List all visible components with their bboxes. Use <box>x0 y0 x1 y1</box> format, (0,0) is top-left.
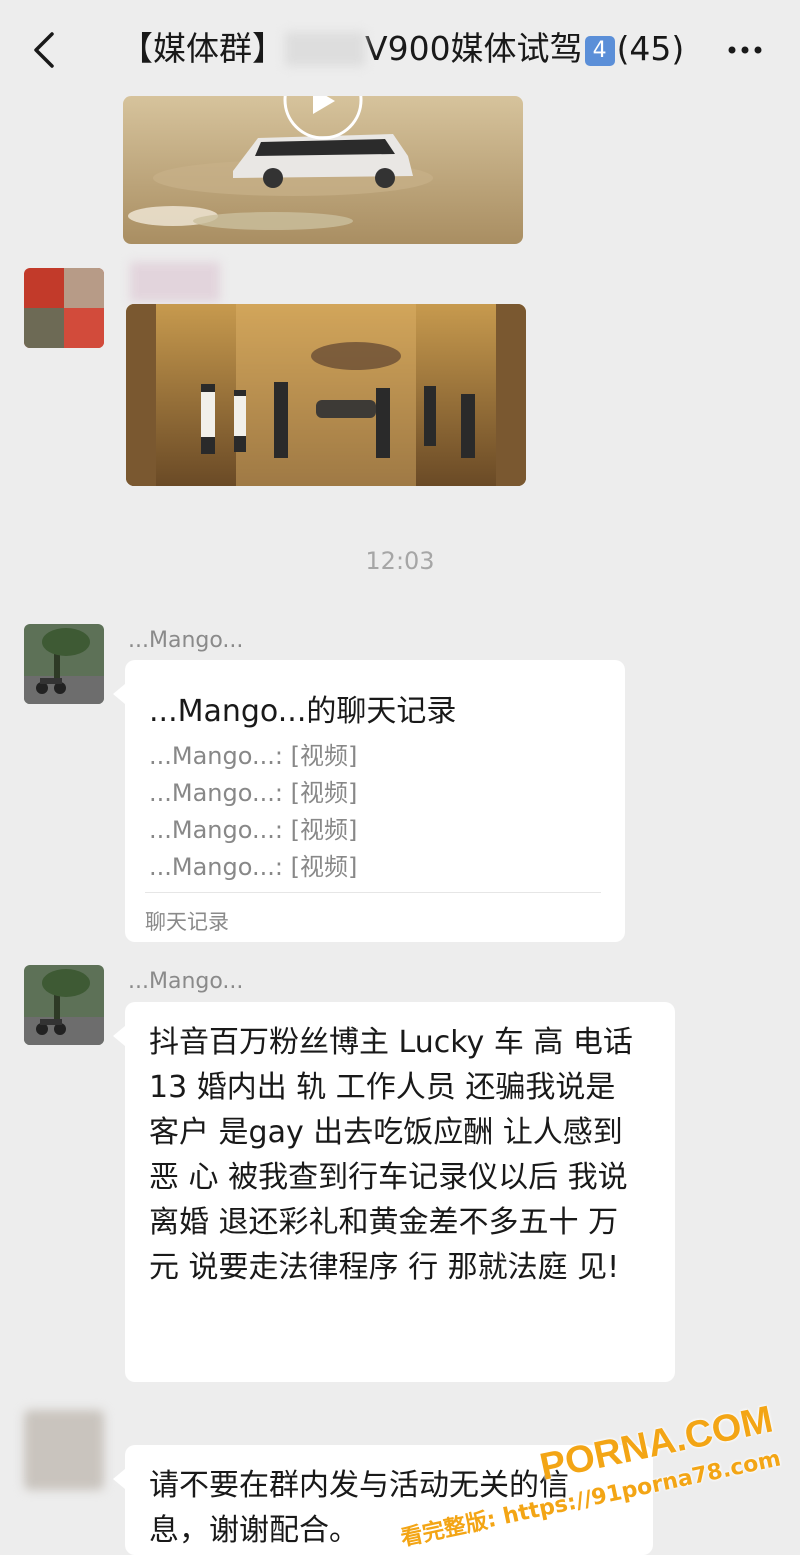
avatar-blurred <box>24 268 104 348</box>
nickname-redacted <box>130 262 220 302</box>
back-button[interactable] <box>22 22 72 78</box>
back-arrow-icon <box>34 32 54 68</box>
chat-record-card[interactable]: ...Mango...的聊天记录 ...Mango...: [视频] ...Ma… <box>113 660 625 942</box>
video-thumbnail-car <box>123 96 523 244</box>
more-dots-icon <box>728 46 762 54</box>
chat-record-footer: 聊天记录 <box>145 910 229 934</box>
message-text: 抖音百万粉丝博主 Lucky 车 高 电话 13 婚内出 轨 工作人员 还骗我说… <box>149 1025 633 1285</box>
chat-record-title: ...Mango...的聊天记录 <box>149 694 457 729</box>
sender-avatar-mango[interactable] <box>24 965 104 1045</box>
video-message-1[interactable] <box>123 96 523 244</box>
more-button[interactable] <box>720 32 770 68</box>
chat-record-line: ...Mango...: [视频] <box>149 742 358 770</box>
title-badge: 4 <box>584 36 615 66</box>
chat-record-line: ...Mango...: [视频] <box>149 816 358 844</box>
title-main: V900媒体试驾 <box>365 29 583 68</box>
avatar-street-scene <box>24 624 104 704</box>
sender-nickname: ...Mango... <box>128 628 244 653</box>
chat-title: 【媒体群】 V900媒体试驾 4 (45) <box>120 24 684 74</box>
chat-record-line: ...Mango...: [视频] <box>149 853 358 881</box>
sender-avatar-mango[interactable] <box>24 624 104 704</box>
chat-record-line: ...Mango...: [视频] <box>149 779 358 807</box>
title-prefix: 【媒体群】 <box>120 29 285 68</box>
sender-avatar-admin[interactable] <box>24 1410 104 1490</box>
video-thumbnail-event <box>126 304 526 486</box>
title-redacted <box>285 32 365 66</box>
chat-header: 【媒体群】 V900媒体试驾 4 (45) <box>0 0 800 100</box>
sender-nickname: ...Mango... <box>128 969 244 994</box>
chat-record-divider <box>145 892 601 893</box>
member-count: (45) <box>616 29 685 68</box>
sender-avatar-1[interactable] <box>24 268 104 348</box>
text-message-bubble[interactable]: 抖音百万粉丝博主 Lucky 车 高 电话 13 婚内出 轨 工作人员 还骗我说… <box>113 1002 675 1382</box>
timestamp: 12:03 <box>365 547 435 575</box>
video-message-2[interactable] <box>126 304 526 486</box>
avatar-street-scene <box>24 965 104 1045</box>
